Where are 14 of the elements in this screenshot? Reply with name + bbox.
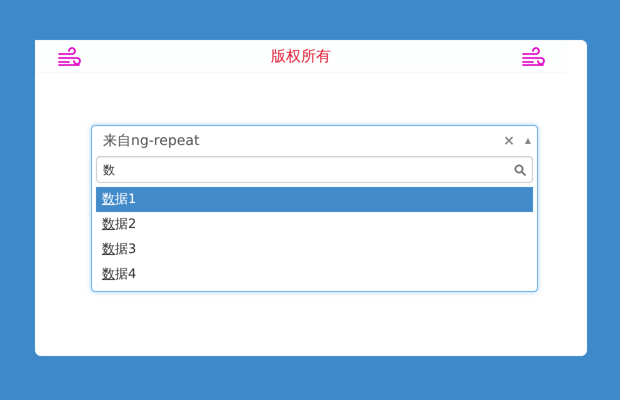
dropdown-option[interactable]: 数据3 (96, 237, 533, 262)
caret-icon[interactable]: ▲ (524, 135, 531, 147)
dropdown-option[interactable]: 数据1 (96, 187, 533, 212)
dropdown-option[interactable]: 数据4 (96, 262, 533, 287)
wind-icon (57, 46, 81, 66)
search-icon (514, 164, 526, 176)
search-input-value: 数 (103, 162, 116, 178)
header-title: 版权所有 (271, 46, 331, 67)
select-control[interactable]: 来自ng-repeat × ▲ (92, 126, 537, 156)
clear-button[interactable]: × (503, 130, 515, 152)
search-field[interactable]: 数 (96, 156, 533, 183)
wind-icon (521, 46, 545, 66)
dropdown-option[interactable]: 数据2 (96, 212, 533, 237)
selected-value: 来自ng-repeat (103, 132, 200, 150)
